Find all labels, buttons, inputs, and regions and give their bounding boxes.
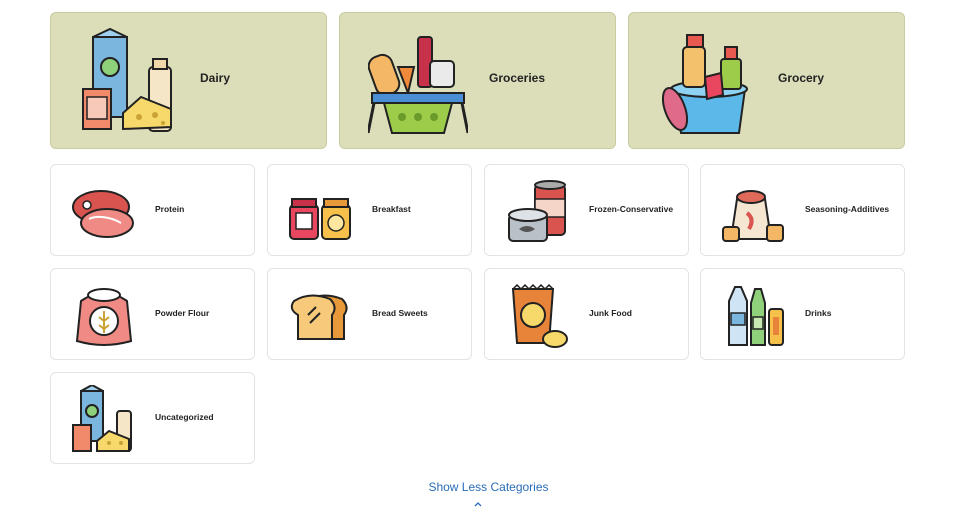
category-label: Dairy — [200, 71, 231, 85]
grocery-basket-icon — [368, 27, 468, 135]
jam-jars-icon — [288, 177, 354, 245]
show-less-categories-link[interactable]: Show Less Categories — [0, 480, 977, 494]
category-card-breakfast[interactable]: Breakfast — [267, 164, 472, 256]
category-label: Protein — [155, 204, 185, 214]
category-card-seasoning-additives[interactable]: Seasoning-Additives — [700, 164, 905, 256]
category-card-dairy[interactable]: Dairy — [50, 12, 327, 149]
category-card-junk-food[interactable]: Junk Food — [484, 268, 689, 360]
category-label: Groceries — [489, 71, 546, 85]
spices-sack-icon — [721, 177, 787, 245]
category-label: Grocery — [778, 71, 825, 85]
chevron-up-icon[interactable] — [473, 500, 483, 508]
category-card-frozen-conservative[interactable]: Frozen-Conservative — [484, 164, 689, 256]
flour-sack-icon — [71, 281, 137, 349]
category-label: Uncategorized — [155, 412, 214, 422]
category-label: Frozen-Conservative — [589, 204, 674, 214]
cleaning-supplies-icon — [657, 27, 757, 135]
dairy-icon — [79, 27, 179, 135]
category-card-groceries[interactable]: Groceries — [339, 12, 616, 149]
category-card-drinks[interactable]: Drinks — [700, 268, 905, 360]
bread-icon — [288, 281, 354, 349]
category-card-powder-flour[interactable]: Powder Flour — [50, 268, 255, 360]
dairy-icon — [71, 385, 137, 453]
category-label: Bread Sweets — [372, 308, 428, 318]
category-label: Breakfast — [372, 204, 411, 214]
category-card-protein[interactable]: Protein — [50, 164, 255, 256]
category-label: Junk Food — [589, 308, 632, 318]
category-card-grocery[interactable]: Grocery — [628, 12, 905, 149]
category-label: Powder Flour — [155, 308, 210, 318]
bottles-icon — [721, 281, 787, 349]
category-card-bread-sweets[interactable]: Bread Sweets — [267, 268, 472, 360]
category-card-uncategorized[interactable]: Uncategorized — [50, 372, 255, 464]
canned-food-icon — [505, 177, 571, 245]
category-label: Drinks — [805, 308, 832, 318]
chips-bag-icon — [505, 281, 571, 349]
meat-icon — [71, 177, 137, 245]
category-label: Seasoning-Additives — [805, 204, 890, 214]
